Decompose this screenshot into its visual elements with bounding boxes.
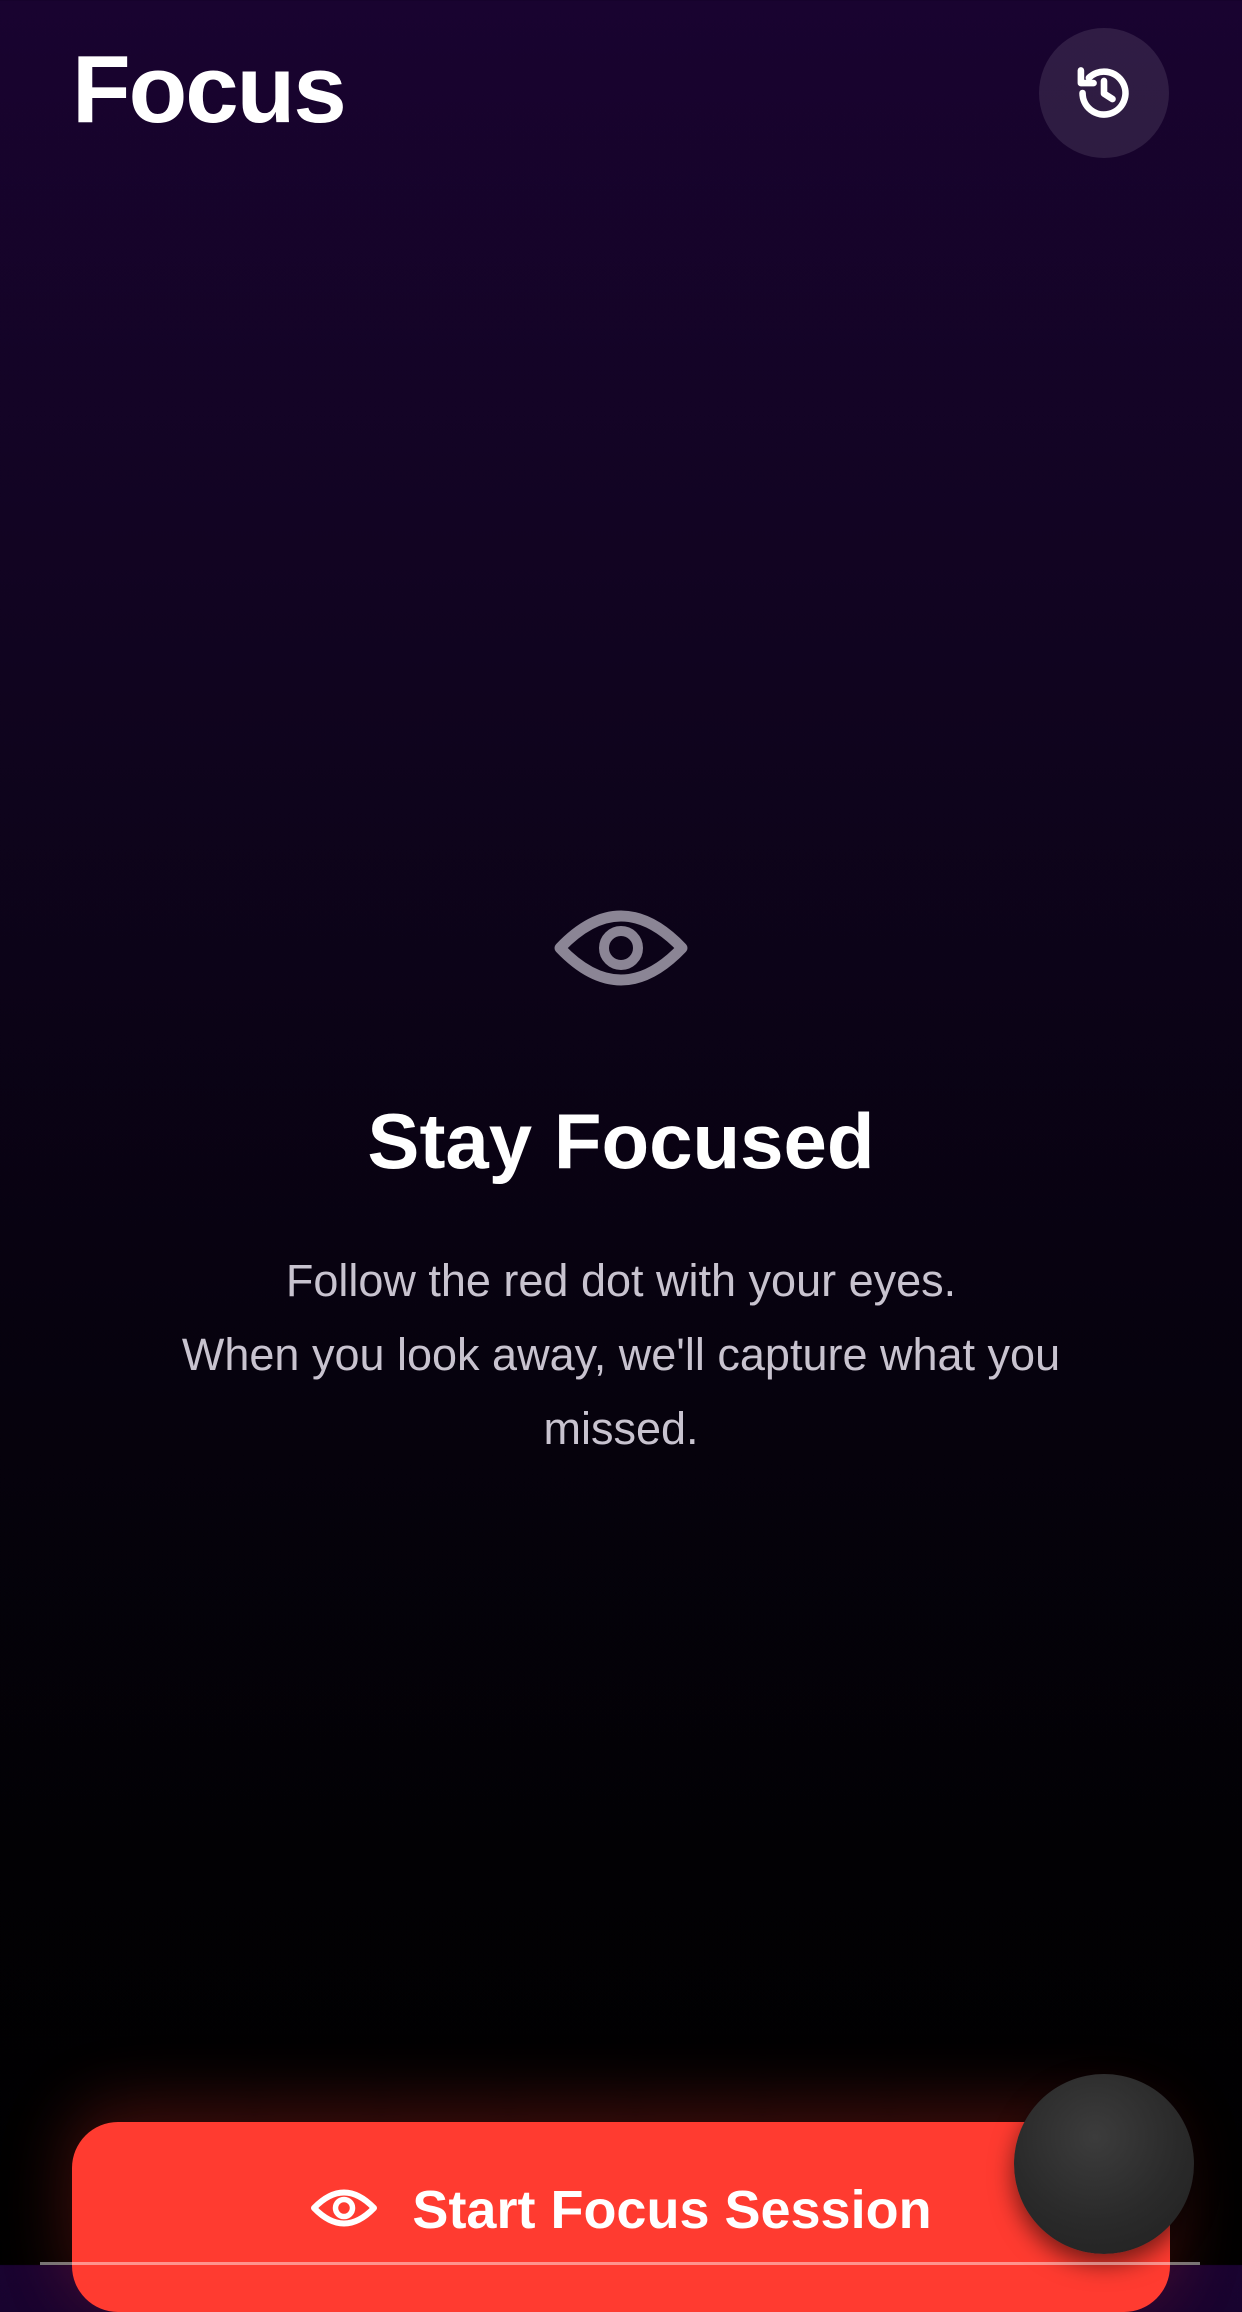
instructions-line: When you look away, we'll capture what y… [181,1329,1061,1380]
instructions-text: Follow the red dot with your eyes. When … [121,1244,1121,1466]
instructions-line: Follow the red dot with your eyes. [285,1255,957,1306]
focus-screen: Focus Stay Focused Follow the red dot wi… [0,0,1242,2312]
eye-icon [553,898,689,998]
start-focus-session-button[interactable]: Start Focus Session [72,2122,1170,2312]
start-focus-session-label: Start Focus Session [412,2180,932,2240]
history-button[interactable] [1039,28,1169,158]
eye-icon [310,2182,378,2234]
focus-intro: Stay Focused Follow the red dot with you… [0,898,1242,1466]
history-clock-icon [1071,60,1137,126]
floating-assistive-button[interactable] [1014,2074,1194,2254]
instructions-line: missed. [543,1403,699,1454]
page-title: Focus [72,36,347,143]
headline: Stay Focused [367,1097,875,1185]
